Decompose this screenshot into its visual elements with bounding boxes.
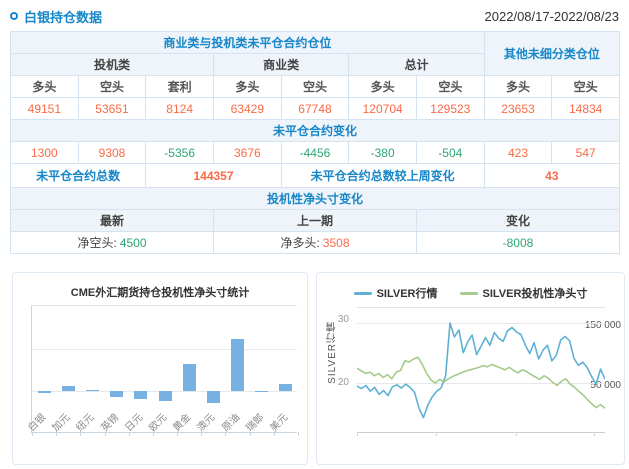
net-header: 投机性净头寸变化: [11, 188, 620, 210]
table-col-header: 套利: [146, 76, 214, 98]
left-axis-tick: 20: [323, 377, 349, 388]
position-value-cell: 53651: [79, 98, 147, 120]
table-col-header: 多头: [11, 76, 79, 98]
page-title: 白银持仓数据: [10, 7, 102, 26]
total-change-value: 43: [485, 164, 620, 188]
net-latest-value: 4500: [120, 236, 147, 250]
bar-原油: [231, 339, 244, 391]
position-value-cell: 49151: [11, 98, 79, 120]
bar-白银: [38, 391, 51, 392]
table-col-header: 空头: [552, 76, 620, 98]
bar-chart-panel: CME外汇期货持仓投机性净头寸统计 白银加元纽元英镑日元欧元黄金澳元原油瑞郎美元: [12, 272, 308, 465]
group-header-right: 其他未细分类仓位: [485, 32, 620, 76]
legend-item-SILVER行情[interactable]: SILVER行情: [354, 285, 438, 301]
position-value-cell: 63429: [214, 98, 282, 120]
legend-swatch: [460, 292, 478, 295]
line-chart-panel: SILVER行情SILVER投机性净头寸 SILVER行情 3020150 00…: [316, 272, 625, 465]
net-col-header: 上一期: [214, 210, 417, 232]
line-chart-svg: [357, 308, 605, 434]
topbar: 白银持仓数据 2022/08/17-2022/08/23: [10, 6, 619, 26]
net-col-header: 最新: [11, 210, 214, 232]
table-col-header: 多头: [349, 76, 417, 98]
net-prev-value: 3508: [323, 236, 350, 250]
subgroup-total: 总计: [349, 54, 484, 76]
series-line-SILVER行情: [357, 323, 605, 418]
series-line-SILVER投机性净头寸: [357, 357, 605, 408]
group-header-left: 商业类与投机类未平仓合约仓位: [11, 32, 485, 54]
position-value-cell: 129523: [417, 98, 485, 120]
gridline: [32, 349, 297, 350]
change-value-cell: 3676: [214, 142, 282, 164]
date-range: 2022/08/17-2022/08/23: [485, 9, 619, 24]
change-header: 未平仓合约变化: [11, 120, 620, 142]
total-value: 144357: [146, 164, 281, 188]
page-title-text: 白银持仓数据: [24, 7, 102, 26]
legend-label: SILVER投机性净头寸: [483, 285, 588, 301]
net-col-header: 变化: [417, 210, 620, 232]
net-change-value: -8008: [417, 232, 620, 254]
position-value-cell: 14834: [552, 98, 620, 120]
line-plot: [357, 307, 605, 433]
x-axis-tick: [298, 432, 299, 436]
bar-美元: [279, 384, 292, 392]
total-change-label: 未平仓合约总数较上周变化: [282, 164, 485, 188]
change-value-cell: 9308: [79, 142, 147, 164]
left-axis-tick: 30: [323, 314, 349, 325]
net-latest-label: 净空头:: [77, 234, 116, 251]
legend-label: SILVER行情: [377, 285, 438, 301]
subgroup-speculative: 投机类: [11, 54, 214, 76]
net-prev-cell: 净多头: 3508: [214, 232, 417, 254]
net-latest-cell: 净空头: 4500: [11, 232, 214, 254]
table-col-header: 多头: [214, 76, 282, 98]
page: 白银持仓数据 2022/08/17-2022/08/23 商业类与投机类未平仓合…: [0, 0, 629, 469]
positions-table: 商业类与投机类未平仓合约仓位 其他未细分类仓位 投机类 商业类 总计 未平仓合约…: [10, 31, 620, 254]
left-axis-title: SILVER行情: [325, 321, 340, 384]
bar-黄金: [183, 364, 196, 391]
bar-chart-title: CME外汇期货持仓投机性净头寸统计: [13, 284, 307, 300]
legend-item-SILVER投机性净头寸[interactable]: SILVER投机性净头寸: [460, 285, 588, 301]
bullet-icon: [10, 12, 18, 20]
change-value-cell: 423: [485, 142, 553, 164]
bar-日元: [134, 391, 147, 399]
position-value-cell: 8124: [146, 98, 214, 120]
bar-欧元: [159, 391, 172, 401]
position-value-cell: 23653: [485, 98, 553, 120]
table-col-header: 空头: [79, 76, 147, 98]
change-value-cell: 547: [552, 142, 620, 164]
net-prev-label: 净多头:: [280, 234, 319, 251]
bar-英镑: [110, 391, 123, 397]
bar-纽元: [86, 390, 99, 391]
change-value-cell: -4456: [282, 142, 350, 164]
position-value-cell: 67748: [282, 98, 350, 120]
subgroup-commercial: 商业类: [214, 54, 349, 76]
chart-legend: SILVER行情 SILVER投机性净头寸: [317, 285, 624, 301]
change-value-cell: -5356: [146, 142, 214, 164]
table-col-header: 多头: [485, 76, 553, 98]
bar-加元: [62, 386, 75, 391]
total-label: 未平仓合约总数: [11, 164, 146, 188]
position-value-cell: 120704: [349, 98, 417, 120]
change-value-cell: -504: [417, 142, 485, 164]
bar-澳元: [207, 391, 220, 403]
change-value-cell: 1300: [11, 142, 79, 164]
legend-swatch: [354, 292, 372, 295]
table-col-header: 空头: [282, 76, 350, 98]
bar-瑞郎: [255, 391, 268, 392]
change-value-cell: -380: [349, 142, 417, 164]
table-col-header: 空头: [417, 76, 485, 98]
